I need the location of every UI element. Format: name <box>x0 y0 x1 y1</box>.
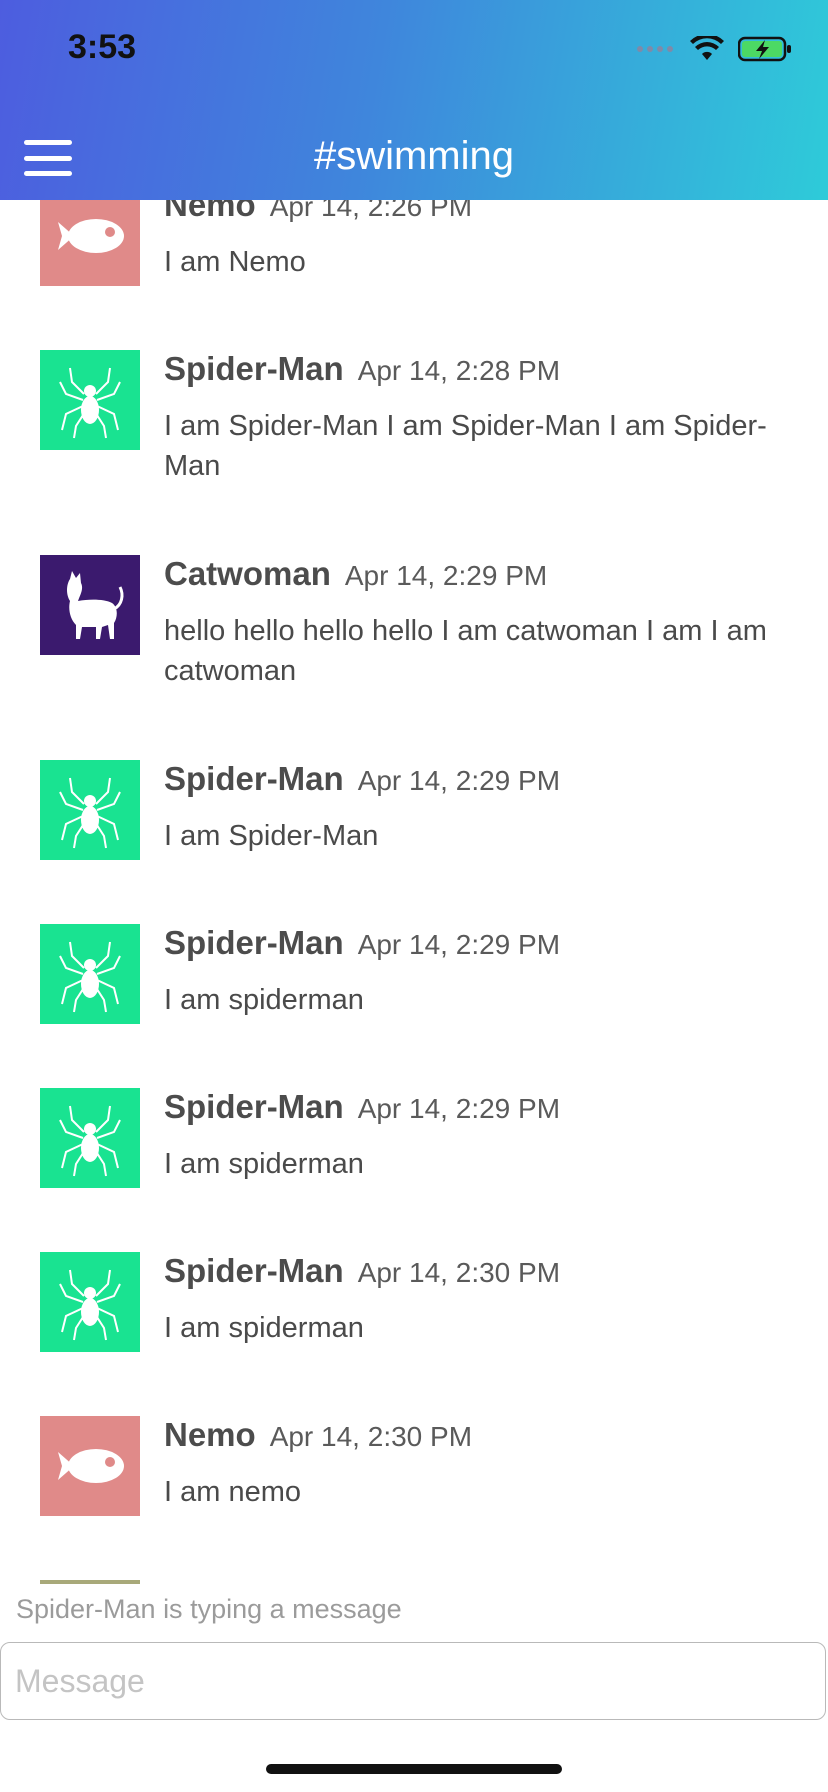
message-timestamp: Apr 14, 2:29 PM <box>357 765 561 796</box>
message-timestamp: Apr 14, 2:29 PM <box>357 1093 561 1124</box>
message-timestamp: Apr 14, 2:30 PM <box>357 1257 561 1288</box>
fish-icon <box>58 219 124 253</box>
status-icons <box>636 36 792 62</box>
message-timestamp: Apr 14, 2:30 PM <box>269 1421 473 1452</box>
avatar[interactable] <box>40 924 140 1024</box>
message-text: I am spiderman <box>164 1312 364 1344</box>
avatar[interactable] <box>40 1416 140 1516</box>
avatar[interactable] <box>40 760 140 860</box>
status-time: 3:53 <box>68 28 137 66</box>
message-text: I am Spider-Man <box>164 820 379 852</box>
message-author: Spider-Man <box>164 924 344 961</box>
message-text: I am spiderman <box>164 984 364 1016</box>
message-author: Catwoman <box>164 555 331 592</box>
message-timestamp: Apr 14, 2:26 PM <box>269 200 473 222</box>
channel-title: #swimming <box>313 134 515 178</box>
message-text: hello hello hello hello I am catwoman I … <box>164 615 767 687</box>
avatar[interactable] <box>40 350 140 450</box>
message-list[interactable]: Nemo Apr 14, 2:26 PM I am Nemo Spider-Ma <box>0 200 828 1580</box>
message-text: I am Nemo <box>164 246 306 278</box>
avatar[interactable] <box>40 200 140 286</box>
message-author: Nemo <box>164 200 256 223</box>
next-avatar-edge <box>40 1580 140 1584</box>
fish-icon <box>58 1449 124 1483</box>
avatar[interactable] <box>40 1252 140 1352</box>
message-text: I am nemo <box>164 1476 301 1508</box>
message-author: Nemo <box>164 1416 256 1453</box>
battery-charging-icon <box>738 36 791 62</box>
spider-icon <box>59 367 121 439</box>
message-timestamp: Apr 14, 2:29 PM <box>357 929 561 960</box>
spider-icon <box>59 1105 121 1177</box>
message-text: I am Spider-Man I am Spider-Man I am Spi… <box>164 410 767 482</box>
message-timestamp: Apr 14, 2:29 PM <box>344 560 548 591</box>
message-author: Spider-Man <box>164 1088 344 1125</box>
signal-icon <box>637 46 673 52</box>
message-author: Spider-Man <box>164 350 344 387</box>
spider-icon <box>59 941 121 1013</box>
message-timestamp: Apr 14, 2:28 PM <box>357 355 561 386</box>
message-author: Spider-Man <box>164 1252 344 1289</box>
message-author: Spider-Man <box>164 760 344 797</box>
message-text: I am spiderman <box>164 1148 364 1180</box>
app-header: 3:53 #swimming <box>0 0 828 200</box>
message-input[interactable] <box>0 1642 826 1720</box>
spider-icon <box>59 777 121 849</box>
avatar[interactable] <box>40 1088 140 1188</box>
wifi-icon <box>690 36 724 60</box>
cat-icon <box>67 571 124 639</box>
home-indicator[interactable] <box>266 1764 562 1774</box>
spider-icon <box>59 1269 121 1341</box>
typing-indicator: Spider-Man is typing a message <box>16 1594 402 1624</box>
avatar[interactable] <box>40 555 140 655</box>
